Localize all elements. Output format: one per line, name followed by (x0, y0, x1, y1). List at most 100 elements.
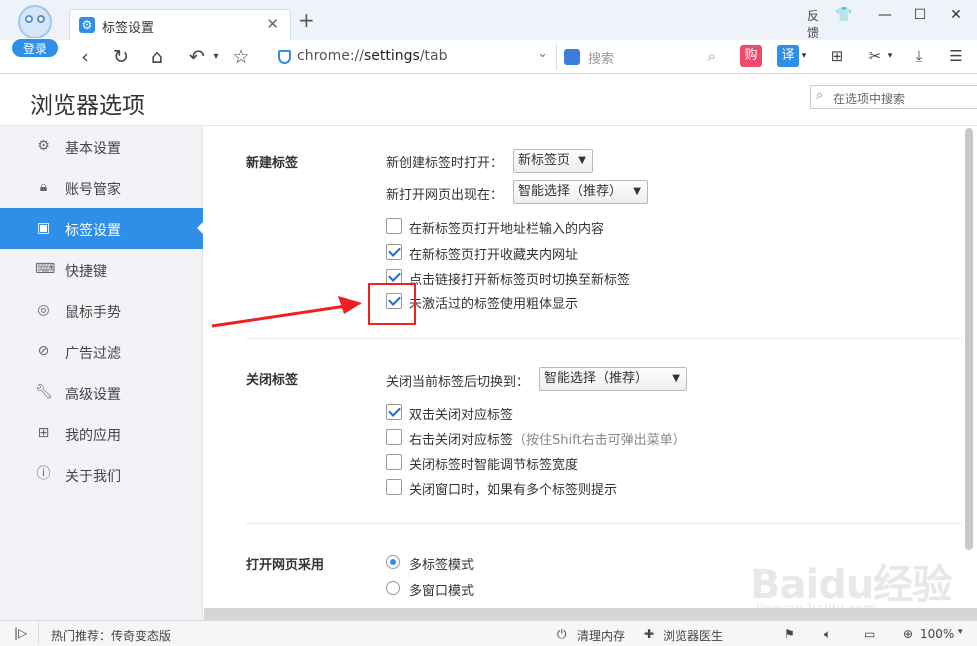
toolbar: ‹ ↻ ⌂ ↶ ▾ ☆ chrome://settings/tab ⌄ 搜索 ⌕… (0, 40, 977, 74)
address-bar[interactable]: chrome://settings/tab ⌄ (270, 44, 554, 70)
sidebar-item-label: 关于我们 (65, 469, 121, 485)
sidebar-item-label: 我的应用 (65, 428, 121, 444)
back-icon[interactable]: ‹ (72, 44, 98, 70)
apps-grid-icon[interactable]: ⊞ (826, 45, 848, 67)
settings-content: 新建标签 新创建标签时打开： 新标签页 ▼ 新打开网页出现在： 智能选择（推荐）… (204, 126, 962, 608)
sidebar-item-tabs[interactable]: ▣ 标签设置 (0, 208, 204, 249)
sidebar-item-basic[interactable]: ⚙ 基本设置 (0, 126, 203, 167)
sidebar-item-my-apps[interactable]: ⊞ 我的应用 (0, 413, 203, 454)
section-label-new-tab: 新建标签 (246, 156, 299, 171)
maximize-icon[interactable]: ☐ (909, 4, 931, 26)
address-dropdown-icon[interactable]: ⌄ (537, 46, 548, 61)
page-title: 浏览器选项 (30, 93, 145, 119)
open-new-label: 新创建标签时打开： (386, 156, 504, 171)
open-new-value: 新标签页 (518, 153, 571, 168)
checkbox-double-click-close[interactable] (386, 404, 402, 420)
avatar-eye-icon (37, 15, 45, 23)
feedback-link[interactable]: 反馈 (807, 7, 819, 41)
scissors-dropdown-icon[interactable]: ▾ (885, 45, 895, 67)
search-input[interactable]: 搜索 (588, 48, 614, 67)
translate-dropdown-icon[interactable]: ▾ (799, 45, 809, 67)
download-icon[interactable]: ⤓ (908, 45, 930, 67)
refresh-icon[interactable]: ↻ (108, 44, 134, 70)
checkbox-right-click-close[interactable] (386, 429, 402, 445)
radio-label: 多标签模式 (409, 558, 475, 573)
checkbox-open-address-in-new-tab[interactable] (386, 218, 402, 234)
block-icon: ⊘ (37, 343, 50, 359)
shopping-button[interactable]: 购 (740, 45, 762, 67)
checkbox-label: 在新标签页打开收藏夹内网址 (409, 248, 579, 263)
tab-close-icon[interactable]: ✕ (266, 15, 279, 33)
checkbox-label: 未激活过的标签使用粗体显示 (409, 297, 579, 312)
wrench-icon: 🔧︎ (35, 384, 53, 400)
radio-multi-tab-mode[interactable] (386, 555, 400, 569)
sidebar-item-shortcuts[interactable]: ⌨ 快捷键 (0, 249, 203, 290)
close-window-icon[interactable]: ✕ (945, 4, 967, 26)
checkbox-label: 右击关闭对应标签（按住Shift右击可弹出菜单） (409, 433, 686, 448)
search-icon[interactable]: ⌕ (708, 47, 716, 65)
highlight-box (368, 283, 416, 325)
zoom-level[interactable]: 100% (920, 627, 954, 641)
clean-memory-button[interactable]: 清理内存 (577, 627, 625, 644)
info-icon: ⓘ (36, 466, 51, 482)
zoom-dropdown-icon[interactable]: ▾ (958, 627, 963, 637)
favorite-star-icon[interactable]: ☆ (228, 44, 254, 70)
search-box[interactable]: 搜索 ⌕ (556, 44, 724, 70)
section-label-open-page-mode: 打开网页采用 (246, 558, 325, 573)
skin-shirt-icon[interactable]: 👕 (833, 4, 855, 26)
lock-icon: 🔒︎ (39, 179, 48, 195)
scrollbar-thumb[interactable] (965, 128, 973, 550)
options-search-input[interactable]: ⌕ 在选项中搜索 (810, 85, 977, 109)
login-button[interactable]: 登录 (11, 38, 59, 58)
gear-icon: ⚙ (37, 138, 50, 154)
sidebar-toggle-icon[interactable]: |▷ (14, 626, 27, 640)
checkbox-label: 关闭标签时智能调节标签宽度 (409, 458, 579, 473)
sidebar-item-mouse-gestures[interactable]: ◎ 鼠标手势 (0, 290, 203, 331)
scissors-icon[interactable]: ✂ (864, 45, 886, 67)
speed-icon[interactable]: ⚑ (784, 627, 795, 641)
url-text[interactable]: chrome://settings/tab (297, 48, 448, 64)
mouse-icon: ◎ (37, 302, 50, 318)
tab-settings[interactable]: ⚙ 标签设置 ✕ (69, 9, 291, 40)
minimize-icon[interactable]: — (874, 4, 896, 26)
sidebar-item-adblock[interactable]: ⊘ 广告过滤 (0, 331, 203, 372)
sidebar-item-label: 高级设置 (65, 387, 121, 403)
menu-icon[interactable]: ☰ (945, 45, 967, 67)
position-select[interactable]: 智能选择（推荐） ▼ (513, 180, 648, 204)
vertical-scrollbar[interactable] (962, 126, 977, 608)
checkbox-smart-tab-width[interactable] (386, 454, 402, 470)
checkbox-warn-on-close-window[interactable] (386, 479, 402, 495)
position-label: 新打开网页出现在： (386, 188, 504, 203)
hot-recommendation-link[interactable]: 热门推荐：传奇变态版 (51, 627, 171, 644)
sidebar-item-label: 快捷键 (65, 264, 107, 280)
open-new-select[interactable]: 新标签页 ▼ (513, 149, 593, 173)
sidebar-item-account[interactable]: 🔒︎ 账号管家 (0, 167, 203, 208)
translate-button[interactable]: 译 (777, 45, 799, 67)
tab-title: 标签设置 (102, 21, 155, 36)
chevron-down-icon: ▼ (672, 373, 680, 384)
browser-doctor-button[interactable]: 浏览器医生 (663, 627, 723, 644)
new-tab-button[interactable]: + (298, 10, 315, 30)
checkbox-open-favorites-in-new-tab[interactable] (386, 244, 402, 260)
section-label-close-tab: 关闭标签 (246, 373, 299, 388)
sidebar-item-label: 广告过滤 (65, 346, 121, 362)
avatar-face-icon (18, 5, 52, 39)
zoom-icon[interactable]: ⊕ (903, 627, 913, 641)
switch-after-close-select[interactable]: 智能选择（推荐） ▼ (539, 367, 687, 391)
checkbox-label: 在新标签页打开地址栏输入的内容 (409, 222, 605, 237)
radio-multi-window-mode[interactable] (386, 581, 400, 595)
search-engine-icon[interactable] (564, 49, 580, 65)
watermark-url: jingyan.baidu.com (756, 602, 876, 617)
browser-doctor-icon[interactable]: ✚ (644, 627, 654, 641)
home-icon[interactable]: ⌂ (144, 44, 170, 70)
sidebar-item-about[interactable]: ⓘ 关于我们 (0, 454, 203, 495)
settings-gear-icon: ⚙ (79, 17, 95, 33)
sidebar-item-advanced[interactable]: 🔧︎ 高级设置 (0, 372, 203, 413)
checkbox-hint: （按住Shift右击可弹出菜单） (513, 433, 686, 448)
clean-memory-icon[interactable]: ⏻ (557, 627, 567, 642)
screen-icon[interactable]: ▭ (864, 627, 875, 641)
undo-dropdown-icon[interactable]: ▾ (203, 44, 229, 70)
chevron-down-icon: ▼ (578, 155, 586, 166)
sidebar-item-label: 鼠标手势 (65, 305, 121, 321)
volume-icon[interactable]: 🔈︎ (824, 627, 831, 642)
